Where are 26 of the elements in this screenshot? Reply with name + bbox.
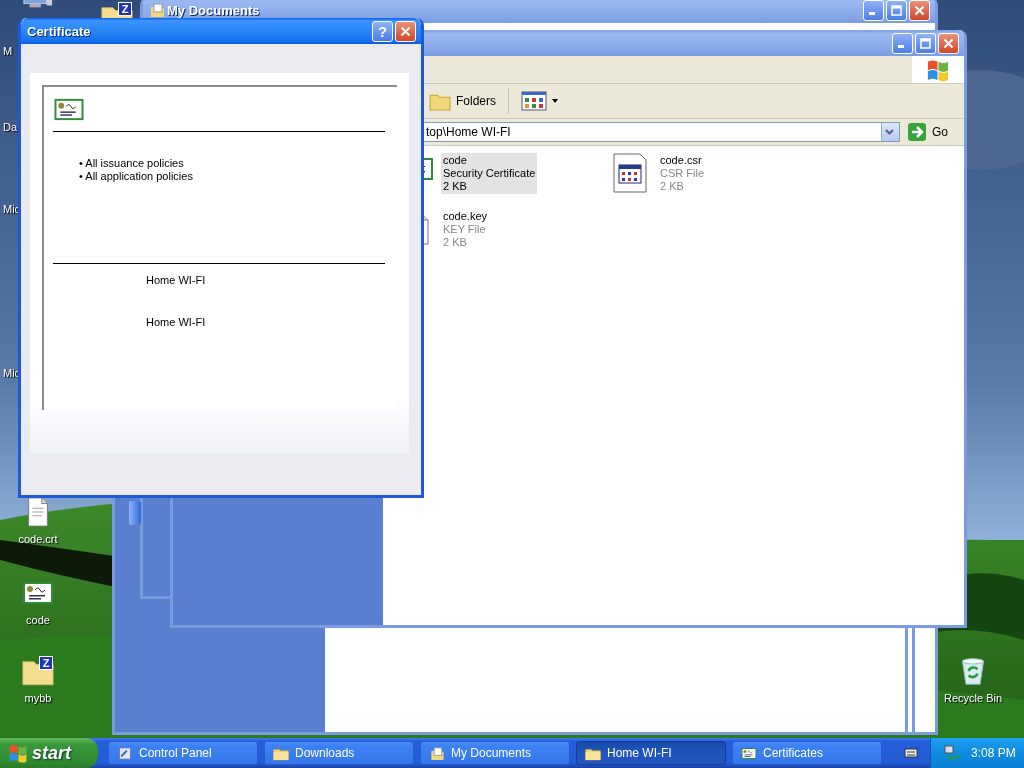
icon-label[interactable]: M (3, 45, 13, 57)
start-button[interactable]: start (0, 738, 98, 768)
folders-button[interactable]: Folders (425, 89, 500, 113)
taskbar-button[interactable]: Home WI-FI (576, 741, 726, 765)
window-title: Certificate (27, 23, 92, 39)
file-item[interactable]: code.csr CSR File 2 KB (611, 153, 828, 194)
taskbar-button[interactable]: Downloads (264, 741, 414, 765)
icon-label[interactable]: Recycle Bin (943, 692, 1003, 704)
icon-badge: Z (118, 2, 132, 16)
icon-label[interactable]: Mic (3, 203, 21, 215)
policy-item: • All issuance policies (79, 157, 185, 170)
icon-label[interactable]: Da (3, 121, 18, 133)
icon-label[interactable]: Mic (3, 367, 21, 379)
icon-label[interactable]: mybb (24, 692, 52, 704)
taskbar-button[interactable]: Control Panel (108, 741, 258, 765)
icon-badge: Z (39, 656, 53, 670)
issued-by-value: Home WI-FI (146, 316, 207, 329)
taskbar-button[interactable]: Certificates (732, 741, 882, 765)
icon-label[interactable]: code (26, 614, 50, 626)
go-button[interactable]: Go (904, 123, 964, 141)
taskbar-button[interactable]: My Documents (420, 741, 570, 765)
policy-item: • All application policies (79, 170, 194, 183)
window-title: My Documents (167, 2, 261, 18)
icon-label[interactable]: code.crt (18, 533, 58, 545)
issued-to-value: Home WI-FI (146, 274, 207, 287)
clock[interactable]: 3:08 PM (971, 746, 1016, 760)
